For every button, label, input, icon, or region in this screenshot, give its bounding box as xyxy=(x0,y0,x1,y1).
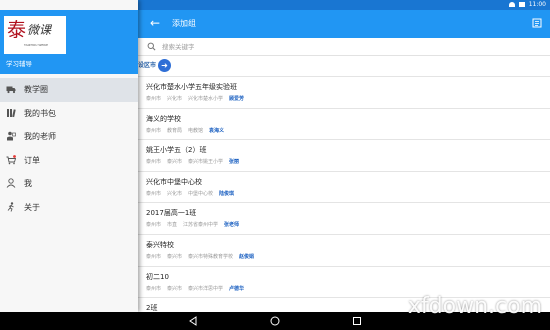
list-item[interactable]: 初二10 泰州市 泰兴市 泰兴市洋思中学 卢德华 xyxy=(138,265,550,298)
meta-city: 泰州市 xyxy=(146,190,162,197)
menu-label: 我的老师 xyxy=(24,132,56,141)
group-name: 兴化市中堡中心校 xyxy=(146,177,202,186)
screen: 11:00 ← 添加组 搜索关键字 设区市 ➜ 兴化市楚水小学五年级实验班 泰州… xyxy=(0,0,550,330)
group-teacher: 顾爱芳 xyxy=(229,96,245,102)
logo-glyph: 泰 xyxy=(7,19,27,41)
meta-city: 泰州市 xyxy=(146,285,162,292)
menu-item-me[interactable]: 我 xyxy=(0,172,138,196)
drawer-caption: 学习辅导 xyxy=(6,60,32,68)
drawer-header: 泰 微课 TAIZHOU WEIKE 学习辅导 xyxy=(0,10,138,74)
meta-school: 泰兴市特殊教育学校 xyxy=(188,253,234,260)
menu-item-my-bag[interactable]: 我的书包 xyxy=(0,102,138,126)
list-item[interactable]: 兴化市中堡中心校 泰州市 兴化市 中堡中心校 陆俊琪 xyxy=(138,170,550,203)
list-item[interactable]: 兴化市楚水小学五年级实验班 泰州市 兴化市 兴化市楚水小学 顾爱芳 xyxy=(138,76,550,108)
person-icon xyxy=(6,178,16,188)
group-meta: 泰州市 泰兴市 泰兴市特殊教育学校 赵俊娟 xyxy=(146,254,260,261)
group-meta: 泰州市 泰兴市 泰兴市洋思中学 卢德华 xyxy=(146,286,250,293)
meta-district: 泰兴市 xyxy=(167,253,183,260)
search-icon xyxy=(147,42,156,51)
menu-label: 关于 xyxy=(24,202,40,212)
app-logo: 泰 微课 TAIZHOU WEIKE xyxy=(4,16,66,54)
list-item[interactable]: 2017届高一1班 泰州市 市直 江苏省泰州中学 张老师 xyxy=(138,202,550,234)
recent-apps-icon[interactable] xyxy=(352,316,362,326)
meta-school: 泰兴市姚王小学 xyxy=(188,159,224,166)
menu-label: 教学圈 xyxy=(24,85,48,94)
page-title: 添加组 xyxy=(172,19,196,28)
logo-subtext: TAIZHOU WEIKE xyxy=(24,43,48,47)
watermark: xfdown.com xyxy=(407,294,542,319)
group-teacher: 赵俊娟 xyxy=(239,253,255,260)
menu-item-my-teacher[interactable]: 我的老师 xyxy=(0,125,138,149)
truck-icon xyxy=(6,86,16,94)
meta-city: 泰州市 xyxy=(146,253,162,260)
group-name: 姚王小学五（2）班 xyxy=(146,146,207,155)
search-bar[interactable]: 搜索关键字 xyxy=(138,38,550,56)
menu-item-orders[interactable]: 订单 xyxy=(0,149,138,173)
meta-city: 泰州市 xyxy=(146,222,162,229)
group-list: 兴化市楚水小学五年级实验班 泰州市 兴化市 兴化市楚水小学 顾爱芳 海义的学校 泰州市… xyxy=(138,76,550,312)
meta-city: 泰州市 xyxy=(146,127,162,134)
meta-school: 泰兴市洋思中学 xyxy=(188,285,224,292)
meta-district: 泰兴市 xyxy=(167,159,183,166)
navigation-drawer: 泰 微课 TAIZHOU WEIKE 学习辅导 教学圈 我的书包 我的老师 订单… xyxy=(0,0,138,312)
group-teacher: 张丽 xyxy=(229,159,240,166)
group-name: 海义的学校 xyxy=(146,114,181,123)
logo-text: 微课 xyxy=(27,23,52,37)
meta-school: 江苏省泰州中学 xyxy=(183,222,219,229)
meta-school: 兴化市楚水小学 xyxy=(188,96,224,102)
meta-district: 兴化市 xyxy=(167,190,183,197)
group-name: 2017届高一1班 xyxy=(146,209,197,218)
meta-district: 市直 xyxy=(167,222,178,229)
back-triangle-icon[interactable] xyxy=(188,316,198,326)
list-item[interactable]: 姚王小学五（2）班 泰州市 泰兴市 泰兴市姚王小学 张丽 xyxy=(138,139,550,171)
meta-city: 泰州市 xyxy=(146,96,162,102)
group-teacher: 袁海义 xyxy=(209,127,225,134)
meta-city: 泰州市 xyxy=(146,159,162,166)
back-icon[interactable]: ← xyxy=(150,16,160,30)
menu-label: 我的书包 xyxy=(24,108,56,118)
search-input[interactable]: 搜索关键字 xyxy=(162,42,195,52)
group-meta: 泰州市 市直 江苏省泰州中学 张老师 xyxy=(146,222,245,229)
list-item[interactable]: 泰兴特校 泰州市 泰兴市 泰兴市特殊教育学校 赵俊娟 xyxy=(138,233,550,266)
meta-district: 兴化市 xyxy=(167,96,183,102)
group-meta: 泰州市 兴化市 中堡中心校 陆俊琪 xyxy=(146,191,240,198)
group-meta: 泰州市 教育局 电教馆 袁海义 xyxy=(146,128,230,135)
list-icon[interactable] xyxy=(532,18,542,28)
status-time: 11:00 xyxy=(528,1,546,8)
list-item[interactable]: 海义的学校 泰州市 教育局 电教馆 袁海义 xyxy=(138,107,550,140)
menu-item-about[interactable]: 关于 xyxy=(0,196,138,220)
home-circle-icon[interactable] xyxy=(270,316,280,326)
menu-item-teaching-circle[interactable]: 教学圈 xyxy=(0,78,138,102)
region-label: 设区市 xyxy=(138,62,157,69)
group-meta: 泰州市 泰兴市 泰兴市姚王小学 张丽 xyxy=(146,159,245,166)
meta-school: 电教馆 xyxy=(188,127,204,134)
bookshelf-icon xyxy=(7,108,16,117)
run-icon xyxy=(7,201,14,212)
group-teacher: 卢德华 xyxy=(229,285,245,292)
meta-district: 泰兴市 xyxy=(167,285,183,292)
group-name: 初二10 xyxy=(146,272,169,281)
group-name: 泰兴特校 xyxy=(146,240,174,249)
meta-school: 中堡中心校 xyxy=(188,190,214,197)
drawer-menu: 教学圈 我的书包 我的老师 订单 我 关于 xyxy=(0,78,138,219)
group-teacher: 陆俊琪 xyxy=(219,190,235,197)
meta-district: 教育局 xyxy=(167,127,183,134)
group-name: 兴化市楚水小学五年级实验班 xyxy=(146,83,237,91)
wifi-icon xyxy=(508,2,515,7)
arrow-right-icon[interactable]: ➜ xyxy=(158,59,171,72)
app-bar: ← 添加组 xyxy=(138,10,550,38)
menu-label: 订单 xyxy=(24,155,40,165)
teacher-icon xyxy=(7,131,16,141)
menu-label: 我 xyxy=(24,179,32,188)
cart-icon xyxy=(6,154,16,164)
group-meta: 泰州市 兴化市 兴化市楚水小学 顾爱芳 xyxy=(146,96,250,103)
region-selector[interactable]: 设区市 ➜ xyxy=(138,56,550,76)
battery-icon xyxy=(518,2,525,7)
group-teacher: 张老师 xyxy=(224,222,240,229)
